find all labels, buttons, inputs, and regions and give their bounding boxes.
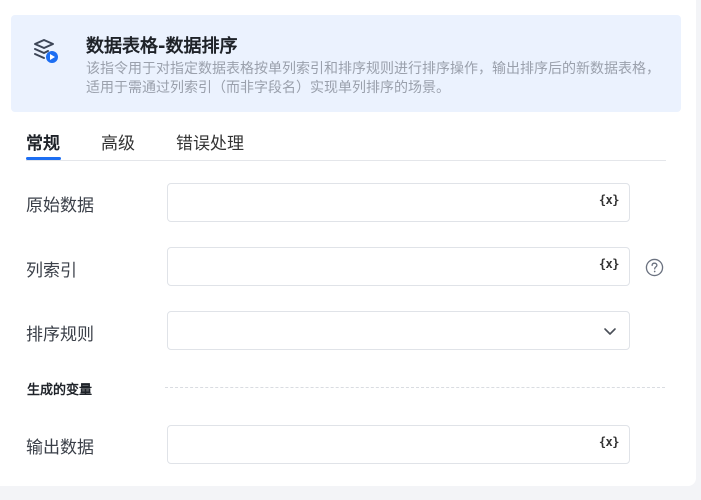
active-tab-indicator [26,157,61,160]
output-data-field[interactable]: {x} [167,425,630,465]
chevron-down-icon[interactable] [603,324,617,338]
column-index-label: 列索引 [26,261,77,281]
source-data-label: 原始数据 [26,196,94,216]
help-icon[interactable] [645,258,664,277]
generated-variables-title: 生成的变量 [27,383,93,398]
sort-rule-label: 排序规则 [26,325,94,345]
source-data-field[interactable]: {x} [167,183,630,223]
tab-general-label: 常规 [26,134,60,154]
tab-error-handling[interactable]: 错误处理 [176,129,244,154]
command-title: 数据表格-数据排序 [86,36,238,57]
source-data-input[interactable] [178,184,592,223]
data-sort-icon [34,39,58,63]
command-header: 数据表格-数据排序 该指令用于对指定数据表格按单列索引和排序规则进行排序操作，输… [11,15,681,112]
variable-picker-icon[interactable]: {x} [599,435,620,449]
output-data-input[interactable] [178,426,592,465]
section-divider [165,387,665,388]
settings-panel: 数据表格-数据排序 该指令用于对指定数据表格按单列索引和排序规则进行排序操作，输… [0,0,696,486]
tab-bar: 常规 高级 错误处理 [26,127,666,161]
tab-error-handling-label: 错误处理 [176,134,244,154]
output-data-label: 输出数据 [26,438,94,458]
tab-general[interactable]: 常规 [26,129,61,160]
tab-advanced[interactable]: 高级 [101,129,135,154]
column-index-field[interactable]: {x} [167,247,630,287]
variable-picker-icon[interactable]: {x} [599,193,620,207]
tab-advanced-label: 高级 [101,134,135,154]
variable-picker-icon[interactable]: {x} [599,257,620,271]
column-index-input[interactable] [178,248,592,287]
command-description: 该指令用于对指定数据表格按单列索引和排序规则进行排序操作，输出排序后的新数据表格… [86,61,660,96]
sort-rule-select[interactable] [167,311,630,350]
